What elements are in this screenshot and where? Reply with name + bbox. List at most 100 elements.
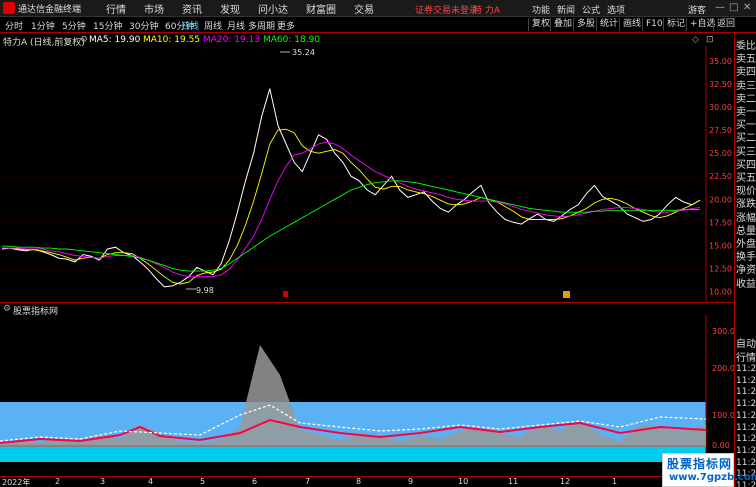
ma20-value: MA20: 19.13 — [203, 35, 261, 45]
back-button[interactable]: 返回 — [713, 18, 738, 31]
date-tick-label: 4 — [148, 477, 154, 486]
statistics-button[interactable]: 统计 — [596, 18, 621, 31]
price-tick-label: 30.00 — [709, 103, 732, 112]
ma5-value: MA5: 19.90 — [89, 35, 141, 45]
indicator-band-cyan — [0, 447, 706, 462]
guest-user[interactable]: 游客 — [688, 3, 706, 16]
kline-chart[interactable]: 35.00 32.50 30.00 27.50 25.00 22.50 20.00 17.50… — [0, 46, 734, 302]
tab-30min[interactable]: 30分钟 — [129, 19, 158, 32]
menu-trade[interactable]: 交易 — [354, 1, 374, 16]
quote-panel-item[interactable]: 自动 — [736, 335, 756, 350]
quote-panel-item: 11:26 — [736, 364, 756, 374]
date-tick-label: 12 — [560, 477, 571, 486]
price-tick-label: 17.50 — [709, 218, 732, 227]
minimize-icon[interactable]: — — [715, 2, 725, 13]
indicator-settings-icon[interactable]: ⚙ — [3, 304, 11, 314]
price-tick-label: 12.50 — [709, 264, 732, 273]
overlay-button[interactable]: 叠加 — [550, 18, 575, 31]
tab-minute-time[interactable]: 分时 — [5, 19, 23, 32]
high-price-label: 35.24 — [292, 48, 315, 57]
app-title: 通达信金融终端 — [18, 4, 82, 15]
price-tick-label: 32.50 — [709, 80, 732, 89]
indicator-chart[interactable]: 300.0 200.0 100.0 0.00 — [0, 315, 734, 476]
menu-market[interactable]: 行情 — [106, 1, 126, 16]
panel-toggle-icon[interactable]: ⊡ — [706, 35, 714, 45]
settings-icon[interactable]: ⚙ — [80, 35, 88, 45]
quote-panel-item: 11:28 — [736, 445, 756, 456]
menu-wealth[interactable]: 财富圈 — [306, 1, 336, 16]
date-tick-label: 7 — [305, 477, 311, 486]
indicator-tick-label: 200.0 — [712, 364, 734, 373]
watermark-url: www.7gpzb.com — [669, 472, 756, 483]
quote-panel-item: 11:26 — [736, 375, 756, 386]
quote-panel-item: 行情 — [736, 353, 756, 364]
quote-panel-item: 11:28 — [736, 434, 756, 445]
ma60-value: MA60: 18.90 — [263, 35, 321, 45]
menu-markets[interactable]: 市场 — [144, 1, 164, 16]
quote-panel-item: 11:27 — [736, 410, 756, 421]
draw-line-button[interactable]: 画线 — [619, 18, 644, 31]
tab-more[interactable]: 更多 — [277, 19, 295, 32]
tab-15min[interactable]: 15分钟 — [93, 19, 122, 32]
date-tick-label: 1 — [612, 477, 618, 486]
date-tick-label: 3 — [100, 477, 106, 486]
price-tick-label: 20.00 — [709, 195, 732, 204]
close-icon[interactable]: ✕ — [743, 2, 751, 13]
multi-stock-button[interactable]: 多股 — [573, 18, 598, 31]
indicator-tick-label: 300.0 — [712, 327, 734, 336]
quote-panel-item: 11:26 — [736, 387, 756, 398]
maximize-icon[interactable]: □ — [729, 2, 738, 13]
price-tick-label: 22.50 — [709, 172, 732, 181]
date-tick-label: 2 — [55, 477, 61, 486]
price-tick-label: 35.00 — [709, 57, 732, 66]
tab-1min[interactable]: 1分钟 — [31, 19, 55, 32]
app-logo-icon — [3, 2, 15, 14]
period-toolbar: 分时 1分钟 5分钟 15分钟 30分钟 60分钟 日线 周线 月线 多周期 更… — [0, 17, 756, 33]
event-marker-orange[interactable] — [563, 291, 570, 298]
tab-daily[interactable]: 日线 — [181, 19, 199, 32]
diamond-icon[interactable]: ◇ — [692, 35, 699, 45]
date-axis: 2022年 2 3 4 5 6 7 8 9 10 11 12 1 — [0, 476, 734, 487]
mark-button[interactable]: 标记 — [663, 18, 688, 31]
date-tick-label: 5 — [200, 477, 206, 486]
low-price-label: 9.98 — [196, 286, 214, 295]
date-tick-label: 9 — [408, 477, 414, 486]
price-tick-label: 27.50 — [709, 126, 732, 135]
indicator-header: ⚙ 股票指标网 — [0, 302, 734, 317]
date-tick-label: 10 — [458, 477, 469, 486]
date-tick-label: 8 — [356, 477, 362, 486]
tab-monthly[interactable]: 月线 — [227, 19, 245, 32]
tab-5min[interactable]: 5分钟 — [62, 19, 86, 32]
price-tick-label: 25.00 — [709, 149, 732, 158]
menu-discover[interactable]: 发现 — [220, 1, 240, 16]
title-bar: 通达信金融终端 行情 市场 资讯 发现 问小达 财富圈 交易 证券交易未登录 特… — [0, 0, 756, 17]
tab-weekly[interactable]: 周线 — [204, 19, 222, 32]
menu-options[interactable]: 选项 — [607, 3, 625, 16]
ma10-value: MA10: 19.55 — [143, 35, 201, 45]
date-tick-label: 2022年 — [2, 478, 31, 487]
watermark-name: 股票指标网 — [667, 457, 733, 471]
event-marker-red[interactable] — [283, 291, 288, 297]
quote-panel-item: 11:27 — [736, 422, 756, 433]
quote-panel: 委比 卖五 卖四 卖三 卖二 卖一 买一 买二 买三 买四 买五 现价 涨跌 涨幅 总量 外盘 换手 净资 收益 自动… — [734, 33, 756, 487]
notice-stock: 特 力A — [473, 6, 501, 16]
menu-newsfeed[interactable]: 新闻 — [557, 3, 575, 16]
quote-panel-item: 11:27 — [736, 399, 756, 410]
watermark-logo: 股票指标网 www.7gpzb.com — [662, 453, 756, 487]
chart-background — [0, 46, 734, 302]
price-tick-label: 15.00 — [709, 241, 732, 250]
menu-ask[interactable]: 问小达 — [258, 1, 288, 16]
quote-panel-item: 11:28 — [736, 457, 756, 468]
ma-info-line: 特力A (日线,前复权) ⚙ MA5: 19.90 MA10: 19.55 MA… — [0, 34, 720, 48]
menu-formula[interactable]: 公式 — [582, 3, 600, 16]
menu-news[interactable]: 资讯 — [182, 1, 202, 16]
quote-panel-item: 收益 — [736, 278, 756, 290]
date-tick-label: 6 — [252, 477, 258, 486]
indicator-tick-label: 100.0 — [712, 411, 734, 420]
menu-function[interactable]: 功能 — [532, 3, 550, 16]
indicator-tick-label: 0.00 — [712, 441, 730, 450]
tab-multi-period[interactable]: 多周期 — [248, 19, 275, 32]
price-tick-label: 10.00 — [709, 287, 732, 296]
date-tick-label: 11 — [508, 477, 519, 486]
login-notice[interactable]: 证券交易未登录 — [415, 3, 478, 16]
